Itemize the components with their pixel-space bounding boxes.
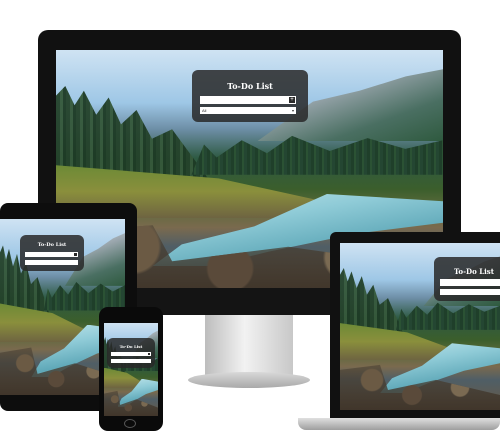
landscape-background [104,323,158,416]
chevron-down-icon: ▾ [291,108,294,113]
laptop-base [298,418,500,430]
todo-title: To-Do List [454,267,494,276]
todo-card: To-Do List [434,257,500,301]
monitor-stand-base [188,372,310,388]
add-task-button[interactable]: + [288,96,296,104]
add-task-button[interactable] [147,352,151,356]
filter-select[interactable]: All ▾ [200,107,296,114]
todo-card: To-Do List + All ▾ [192,70,308,122]
add-task-button[interactable] [73,252,78,257]
phone-screen: To-Do List [104,323,158,416]
task-input[interactable] [25,252,73,257]
todo-card: To-Do List [107,338,155,368]
task-input[interactable] [111,352,147,356]
task-input[interactable] [200,96,288,104]
filter-select[interactable] [25,260,78,265]
filter-select[interactable] [440,289,500,295]
task-input[interactable] [440,279,500,286]
monitor-stand [205,315,293,375]
filter-value: All [202,108,207,113]
todo-title: To-Do List [37,242,67,248]
plus-icon: + [290,97,294,103]
filter-select[interactable] [111,359,151,363]
home-button[interactable] [124,419,136,428]
todo-card: To-Do List [20,235,84,271]
todo-title: To-Do List [119,344,143,349]
laptop-screen: To-Do List [340,243,500,410]
todo-title: To-Do List [227,81,273,91]
